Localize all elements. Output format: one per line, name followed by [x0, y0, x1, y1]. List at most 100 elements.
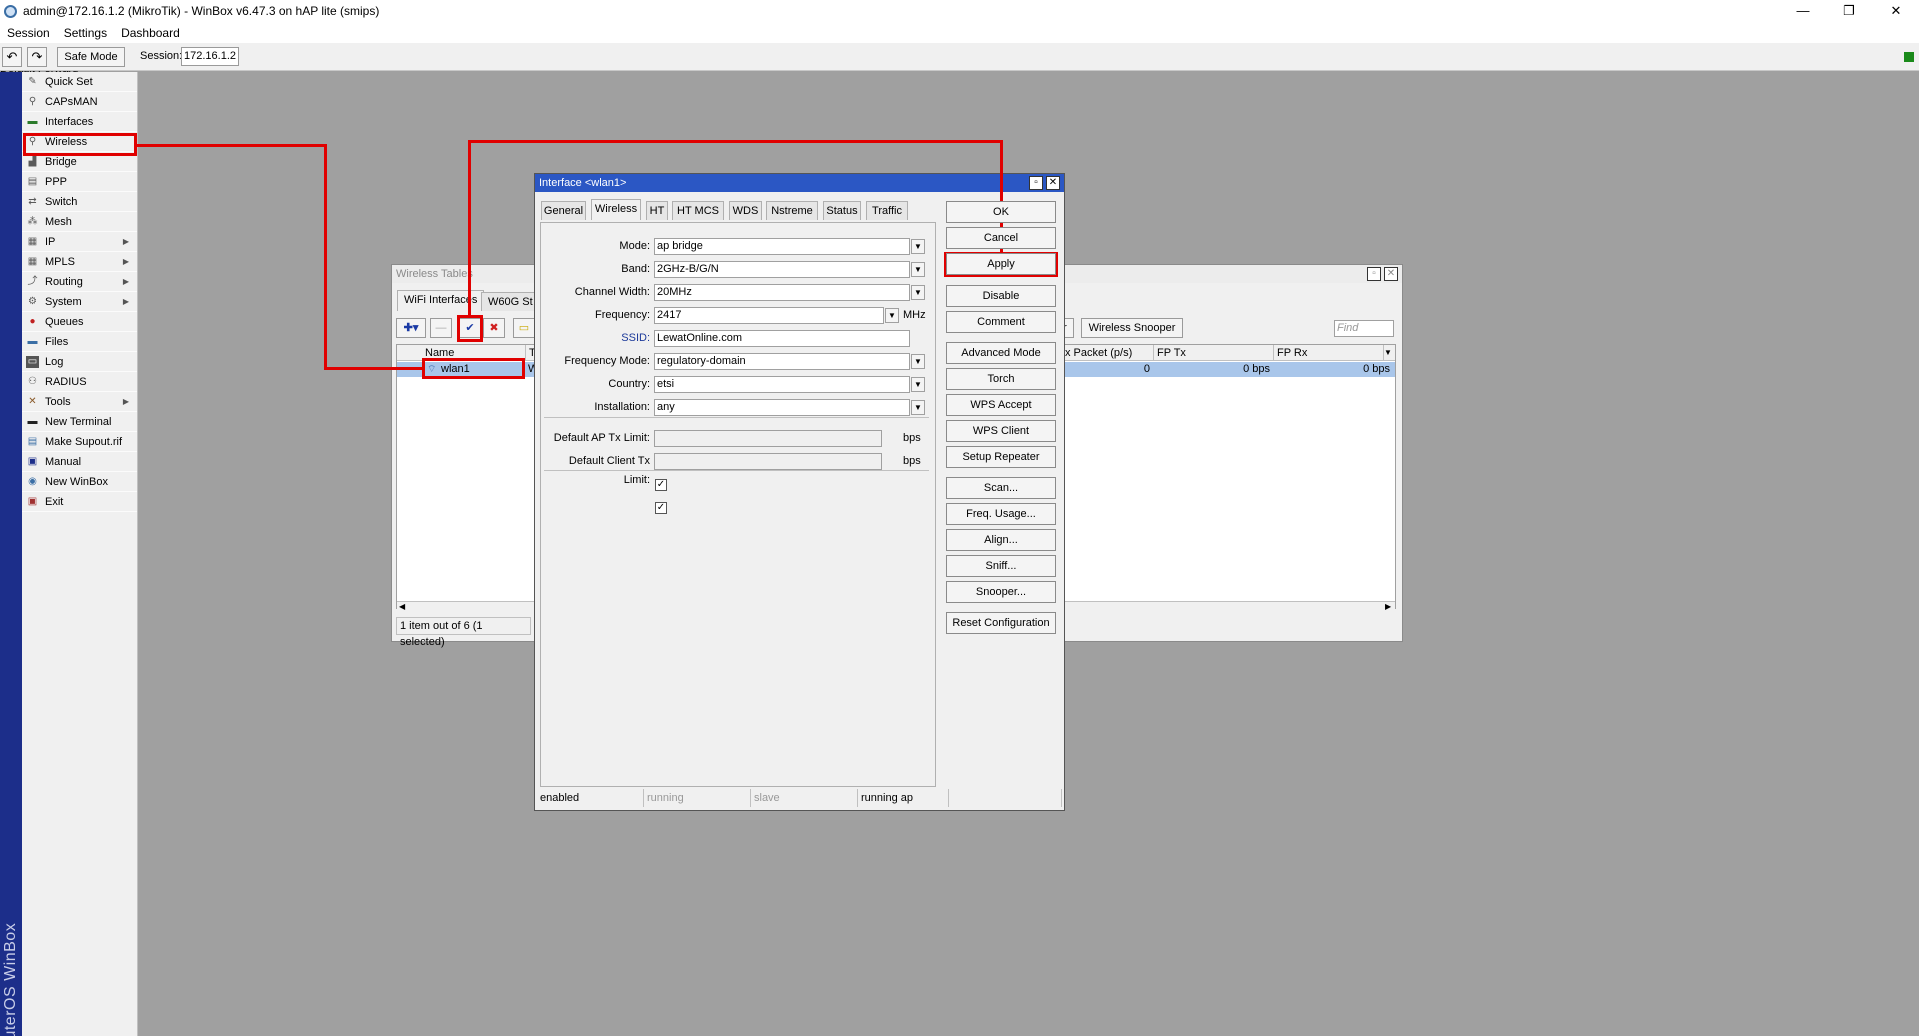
dialog-maximize-icon[interactable]: ▫ [1029, 176, 1043, 190]
tab-wds[interactable]: WDS [729, 201, 762, 220]
close-icon[interactable]: ✕ [1384, 267, 1398, 281]
sidebar-item-routing[interactable]: ⤴ Routing ▶ [22, 272, 137, 292]
frequency-mode-chevron-down-icon[interactable]: ▼ [911, 354, 925, 369]
channel-width-field[interactable]: 20MHz [654, 284, 910, 301]
sidebar-item-mpls[interactable]: ▦ MPLS ▶ [22, 252, 137, 272]
country-field[interactable]: etsi [654, 376, 910, 393]
frequency-chevron-down-icon[interactable]: ▼ [885, 308, 899, 323]
snooper-button[interactable]: Snooper... [946, 581, 1056, 603]
column-header-packet[interactable]: x Packet (p/s) [1062, 345, 1154, 361]
column-header-fp-rx[interactable]: FP Rx [1274, 345, 1384, 361]
frequency-unit: MHz [903, 309, 926, 321]
sidebar-item-make-supout-rif[interactable]: ▤ Make Supout.rif [22, 432, 137, 452]
scroll-left-icon[interactable]: ◀ [399, 601, 405, 613]
maximize-icon[interactable]: ▫ [1367, 267, 1381, 281]
sidebar-item-new-winbox[interactable]: ◉ New WinBox [22, 472, 137, 492]
band-field[interactable]: 2GHz-B/G/N [654, 261, 910, 278]
tab-wireless[interactable]: Wireless [591, 199, 641, 220]
submenu-arrow-icon: ▶ [122, 397, 129, 406]
sidebar-item-capsman[interactable]: ⚲ CAPsMAN [22, 92, 137, 112]
country-chevron-down-icon[interactable]: ▼ [911, 377, 925, 392]
sidebar-item-system[interactable]: ⚙ System ▶ [22, 292, 137, 312]
submenu-arrow-icon: ▶ [122, 297, 129, 306]
wps-accept-button[interactable]: WPS Accept [946, 394, 1056, 416]
sidebar-item-interfaces[interactable]: ▬ Interfaces [22, 112, 137, 132]
sidebar-item-exit[interactable]: ▣ Exit [22, 492, 137, 512]
sidebar-item-new-terminal[interactable]: ▬ New Terminal [22, 412, 137, 432]
find-input[interactable]: Find [1334, 320, 1394, 337]
torch-button[interactable]: Torch [946, 368, 1056, 390]
reset-configuration-button[interactable]: Reset Configuration [946, 612, 1056, 634]
restore-button[interactable]: ❐ [1826, 0, 1872, 22]
safe-mode-button[interactable]: Safe Mode [57, 47, 125, 67]
sidebar-item-radius[interactable]: ⚇ RADIUS [22, 372, 137, 392]
dialog-close-icon[interactable]: ✕ [1046, 176, 1060, 190]
tab-nstreme[interactable]: Nstreme [766, 201, 818, 220]
sidebar-item-ppp[interactable]: ▤ PPP [22, 172, 137, 192]
sidebar-item-manual[interactable]: ▣ Manual [22, 452, 137, 472]
tab-status[interactable]: Status [823, 201, 861, 220]
redo-button[interactable]: ↷ [27, 47, 47, 67]
frequency-mode-field[interactable]: regulatory-domain [654, 353, 910, 370]
ssid-field[interactable]: LewatOnline.com [654, 330, 910, 347]
sniff-button[interactable]: Sniff... [946, 555, 1056, 577]
default-client-tx-limit-field[interactable] [654, 453, 882, 470]
sidebar-item-quick-set[interactable]: ✎ Quick Set [22, 72, 137, 92]
tab-traffic[interactable]: Traffic [866, 201, 908, 220]
menu-settings[interactable]: Settings [57, 26, 114, 40]
undo-button[interactable]: ↶ [2, 47, 22, 67]
tab-general[interactable]: General [541, 201, 586, 220]
installation-chevron-down-icon[interactable]: ▼ [911, 400, 925, 415]
menu-session[interactable]: Session [0, 26, 57, 40]
close-button[interactable]: ✕ [1873, 0, 1919, 22]
freq-usage-button[interactable]: Freq. Usage... [946, 503, 1056, 525]
sidebar-item-log[interactable]: ▭ Log [22, 352, 137, 372]
sidebar-item-switch[interactable]: ⇄ Switch [22, 192, 137, 212]
sidebar-item-ip[interactable]: ▦ IP ▶ [22, 232, 137, 252]
ok-button[interactable]: OK [946, 201, 1056, 223]
installation-field[interactable]: any [654, 399, 910, 416]
column-menu-chevron-down-icon[interactable]: ▼ [1384, 345, 1395, 361]
advanced-mode-button[interactable]: Advanced Mode [946, 342, 1056, 364]
scan-button[interactable]: Scan... [946, 477, 1056, 499]
sidebar-item-label: RADIUS [45, 375, 87, 388]
sidebar-item-tools[interactable]: ✕ Tools ▶ [22, 392, 137, 412]
sidebar-item-label: Log [45, 355, 64, 368]
routing-icon: ⤴ [27, 275, 38, 287]
comment-icon[interactable]: ▭ [513, 318, 535, 338]
tab-ht[interactable]: HT [646, 201, 668, 220]
cancel-button[interactable]: Cancel [946, 227, 1056, 249]
session-input[interactable]: 172.16.1.2 [181, 47, 239, 66]
default-authenticate-checkbox[interactable]: ✓ [655, 479, 667, 491]
sidebar-item-label: New WinBox [45, 475, 108, 488]
setup-repeater-button[interactable]: Setup Repeater [946, 446, 1056, 468]
tab-w60g-station[interactable]: W60G St [481, 292, 540, 311]
menu-dashboard[interactable]: Dashboard [114, 26, 187, 40]
tab-wifi-interfaces[interactable]: WiFi Interfaces [397, 290, 485, 311]
comment-button[interactable]: Comment [946, 311, 1056, 333]
remove-button[interactable]: — [430, 318, 452, 338]
default-forward-checkbox[interactable]: ✓ [655, 502, 667, 514]
default-ap-tx-limit-field[interactable] [654, 430, 882, 447]
queues-icon: ● [29, 315, 36, 327]
wireless-snooper-button[interactable]: Wireless Snooper [1081, 318, 1183, 338]
column-header-fp-tx[interactable]: FP Tx [1154, 345, 1274, 361]
frequency-field[interactable]: 2417 [654, 307, 884, 324]
sidebar-item-files[interactable]: ▬ Files [22, 332, 137, 352]
dialog-status-3: running ap [858, 789, 949, 807]
wps-client-button[interactable]: WPS Client [946, 420, 1056, 442]
mode-chevron-down-icon[interactable]: ▼ [911, 239, 925, 254]
sidebar-item-mesh[interactable]: ⁂ Mesh [22, 212, 137, 232]
scroll-right-icon[interactable]: ▶ [1385, 601, 1391, 613]
channel-width-chevron-down-icon[interactable]: ▼ [911, 285, 925, 300]
disable-x-icon[interactable]: ✖ [483, 318, 505, 338]
align-button[interactable]: Align... [946, 529, 1056, 551]
mode-field[interactable]: ap bridge [654, 238, 910, 255]
tab-ht-mcs[interactable]: HT MCS [672, 201, 724, 220]
minimize-button[interactable]: — [1780, 0, 1826, 22]
band-chevron-down-icon[interactable]: ▼ [911, 262, 925, 277]
disable-button[interactable]: Disable [946, 285, 1056, 307]
apply-button[interactable]: Apply [946, 253, 1056, 275]
add-button[interactable]: ✚▾ [396, 318, 426, 338]
sidebar-item-queues[interactable]: ● Queues [22, 312, 137, 332]
